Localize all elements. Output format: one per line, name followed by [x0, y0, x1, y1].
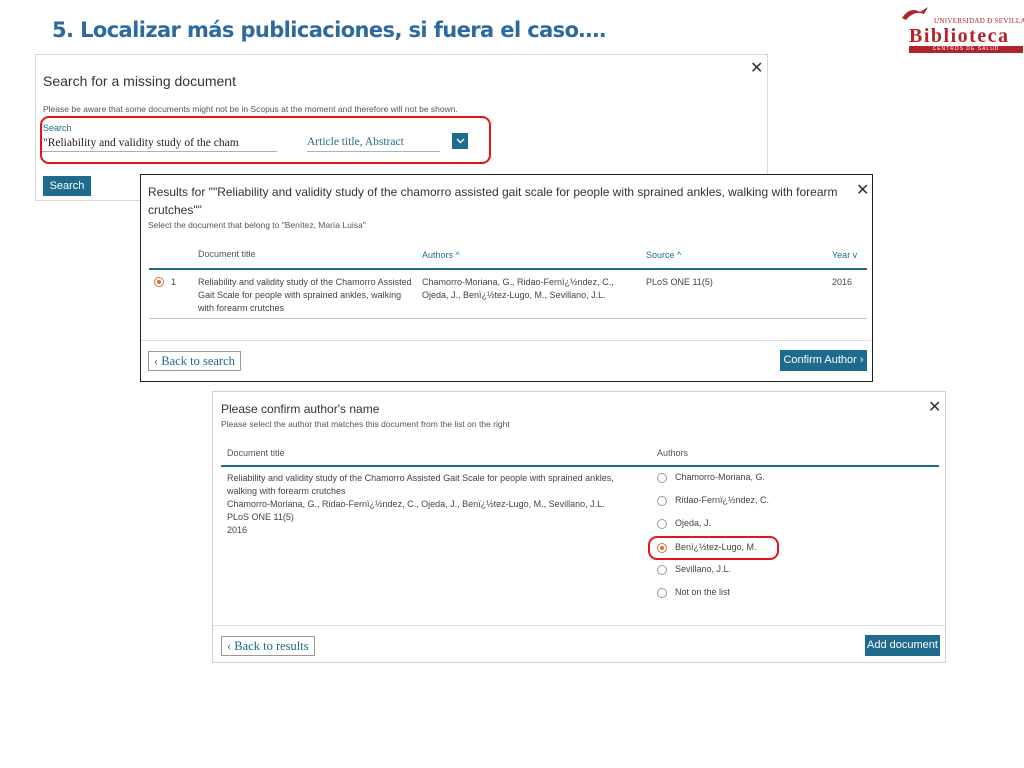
column-header-authors: Authors: [657, 448, 689, 458]
add-document-button[interactable]: Add document: [865, 635, 940, 656]
column-header-source[interactable]: Source ^: [646, 250, 681, 260]
confirm-author-button[interactable]: Confirm Author ›: [780, 350, 867, 371]
author-option-label: Sevillano, J.L.: [675, 564, 732, 574]
column-header-year[interactable]: Year v: [832, 250, 857, 260]
results-instruction: Select the document that belong to "Bení…: [148, 220, 366, 230]
close-icon[interactable]: ✕: [928, 400, 941, 416]
row-authors: Chamorro-Moriana, G., Ridao-Fernï¿½ndez,…: [422, 277, 614, 300]
author-radio[interactable]: [657, 588, 667, 598]
confirm-author-dialog: Please confirm author's name ✕ Please se…: [212, 391, 946, 663]
search-results-dialog: Results for ""Reliability and validity s…: [140, 174, 873, 382]
confirm-instruction: Please select the author that matches th…: [221, 419, 510, 429]
author-option-label: Not on the list: [675, 587, 731, 597]
author-radio[interactable]: [657, 496, 667, 506]
slide-title: 5. Localizar más publicaciones, si fuera…: [52, 18, 607, 42]
document-source: PLoS ONE 11(5): [227, 512, 294, 522]
availability-notice: Please be aware that some documents migh…: [43, 104, 458, 114]
back-to-results-button[interactable]: ‹ Back to results: [221, 636, 315, 656]
logo-subtitle: CENTROS DE SALUD: [909, 46, 1023, 53]
row-select-radio[interactable]: [154, 277, 164, 287]
close-icon[interactable]: ✕: [856, 183, 869, 199]
row-divider: [149, 318, 867, 319]
close-icon[interactable]: ✕: [750, 61, 763, 77]
highlight-ring-author: [648, 536, 779, 560]
logo-name: Biblioteca: [909, 25, 1010, 47]
author-option-label: Ojeda, J.: [675, 518, 712, 528]
row-index: 1: [171, 277, 177, 287]
footer-divider: [213, 625, 945, 626]
row-year: 2016: [832, 277, 853, 287]
back-to-results-label: Back to results: [234, 639, 309, 653]
author-radio[interactable]: [657, 473, 667, 483]
logo-book-icon: [902, 7, 928, 20]
search-button[interactable]: Search: [43, 176, 91, 196]
row-source: PLoS ONE 11(5): [646, 277, 713, 287]
dialog-heading: Please confirm author's name: [221, 402, 380, 416]
author-radio[interactable]: [657, 519, 667, 529]
author-option-label: Chamorro-Moriana, G.: [675, 472, 766, 482]
table-header-divider: [221, 465, 939, 467]
document-year: 2016: [227, 525, 248, 535]
chevron-right-icon: ›: [856, 354, 864, 366]
back-to-search-button[interactable]: ‹ Back to search: [148, 351, 241, 371]
table-header-divider: [149, 268, 867, 270]
document-title: Reliability and validity study of the Ch…: [227, 473, 614, 496]
confirm-author-label: Confirm Author: [783, 354, 857, 366]
back-to-search-label: Back to search: [161, 354, 235, 368]
author-radio[interactable]: [657, 565, 667, 575]
dialog-heading: Search for a missing document: [43, 73, 236, 89]
footer-divider: [141, 340, 871, 341]
highlight-ring-search: [40, 116, 491, 164]
column-header-document-title: Document title: [198, 249, 256, 259]
document-authors: Chamorro-Moriana, G., Ridao-Fernï¿½ndez,…: [227, 499, 605, 509]
column-header-document-title: Document title: [227, 448, 285, 458]
logo-university: UNIVERSIDAD Ð SEVILLA: [934, 17, 1024, 25]
biblioteca-logo: UNIVERSIDAD Ð SEVILLA Biblioteca CENTROS…: [900, 4, 1024, 53]
column-header-authors[interactable]: Authors ^: [422, 250, 460, 260]
results-title: Results for ""Reliability and validity s…: [148, 185, 838, 217]
row-document-title[interactable]: Reliability and validity study of the Ch…: [198, 276, 416, 315]
author-option-label: Ridao-Fernï¿½ndez, C.: [675, 495, 770, 505]
